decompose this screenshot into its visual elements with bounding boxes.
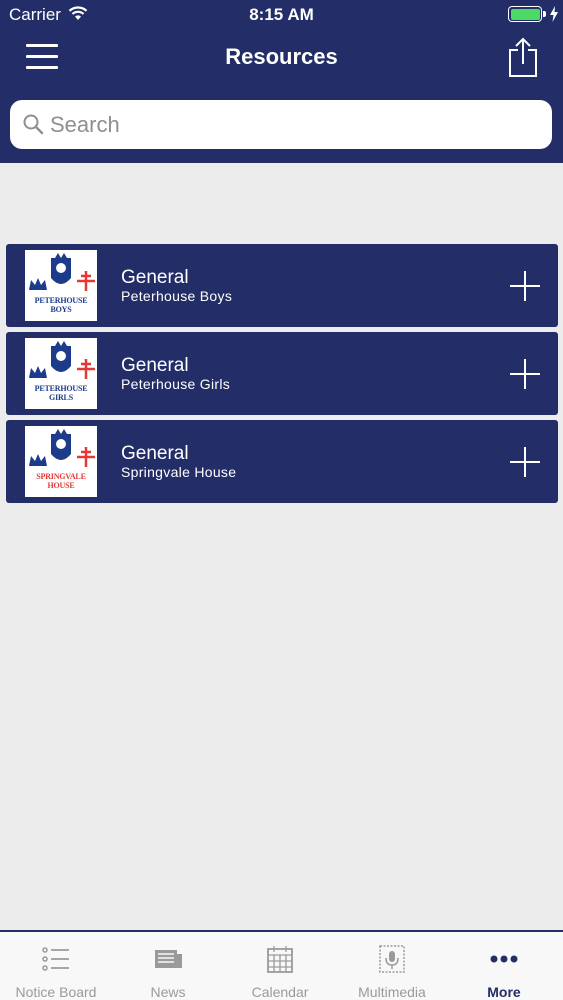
more-icon <box>490 955 518 963</box>
tab-label: More <box>487 984 521 1000</box>
tab-notice-board[interactable]: Notice Board <box>0 932 112 1000</box>
resource-subtitle: Peterhouse Girls <box>121 376 231 392</box>
resource-title: General <box>121 355 189 376</box>
school-logo: SPRINGVALE HOUSE <box>25 426 97 497</box>
resource-row[interactable]: SPRINGVALE HOUSE General Springvale House <box>6 420 558 503</box>
tab-label: Notice Board <box>15 984 97 1000</box>
search-bar[interactable] <box>10 100 552 149</box>
crest-icon <box>29 253 95 291</box>
tab-bar: Notice Board News Calendar Multimedia Mo… <box>0 930 563 1000</box>
tab-multimedia[interactable]: Multimedia <box>336 932 448 1000</box>
microphone-icon <box>379 945 405 973</box>
resource-subtitle: Springvale House <box>121 464 237 480</box>
search-input[interactable] <box>50 100 540 149</box>
nav-header: Carrier 8:15 AM Resources <box>0 0 563 163</box>
resource-title: General <box>121 267 189 288</box>
share-icon[interactable] <box>507 36 539 78</box>
crest-icon <box>29 341 95 379</box>
calendar-icon <box>267 946 293 973</box>
search-icon <box>23 114 44 135</box>
plus-icon[interactable] <box>510 447 540 477</box>
school-logo: PETERHOUSE GIRLS <box>25 338 97 409</box>
tab-label: News <box>150 984 186 1000</box>
crest-icon <box>29 429 95 467</box>
status-bar: Carrier 8:15 AM <box>0 0 563 30</box>
logo-text: PETERHOUSE GIRLS <box>34 384 88 402</box>
resource-row[interactable]: PETERHOUSE GIRLS General Peterhouse Girls <box>6 332 558 415</box>
logo-text: PETERHOUSE BOYS <box>34 296 88 314</box>
clock: 8:15 AM <box>249 5 314 24</box>
resource-row[interactable]: PETERHOUSE BOYS General Peterhouse Boys <box>6 244 558 327</box>
plus-icon[interactable] <box>510 271 540 301</box>
tab-label: Calendar <box>251 984 309 1000</box>
resource-subtitle: Peterhouse Boys <box>121 288 233 304</box>
school-logo: PETERHOUSE BOYS <box>25 250 97 321</box>
tab-news[interactable]: News <box>112 932 224 1000</box>
resource-list: PETERHOUSE BOYS General Peterhouse Boys P… <box>6 244 558 508</box>
battery-icon <box>508 6 542 22</box>
tab-label: Multimedia <box>358 984 426 1000</box>
plus-icon[interactable] <box>510 359 540 389</box>
charging-icon <box>550 6 558 22</box>
tab-more[interactable]: More <box>448 932 560 1000</box>
newspaper-icon <box>155 950 182 968</box>
list-icon <box>42 947 69 971</box>
logo-text: SPRINGVALE HOUSE <box>36 472 86 490</box>
resource-title: General <box>121 443 189 464</box>
tab-calendar[interactable]: Calendar <box>224 932 336 1000</box>
page-title: Resources <box>225 44 338 69</box>
battery-nub <box>543 11 546 17</box>
